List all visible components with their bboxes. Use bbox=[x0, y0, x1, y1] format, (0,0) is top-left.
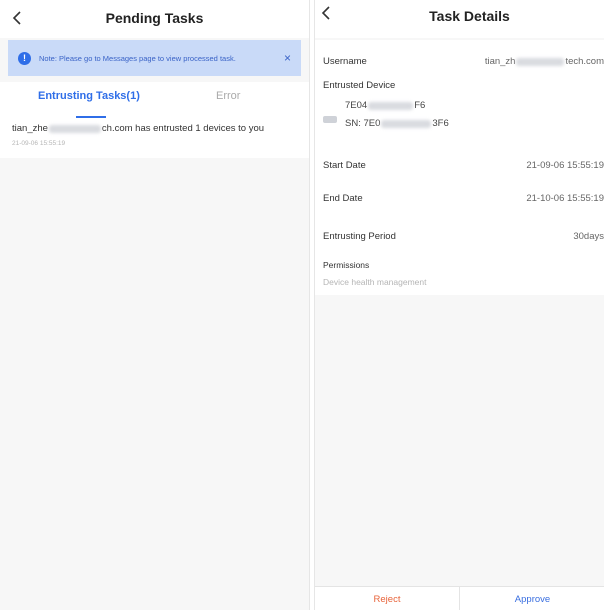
task-list-item[interactable]: tian_zhe ch.com has entrusted 1 devices … bbox=[0, 120, 309, 158]
end-date-label: End Date bbox=[323, 193, 363, 204]
task-details-screen: Task Details Username tian_zh tech.com E… bbox=[314, 0, 604, 610]
chevron-left-icon bbox=[12, 11, 21, 25]
device-serial: SN: 7E0 3F6 bbox=[345, 118, 449, 129]
device-name-suffix: F6 bbox=[414, 100, 426, 111]
info-icon: ! bbox=[18, 51, 31, 65]
redacted-serial bbox=[381, 119, 432, 128]
active-tab-indicator bbox=[76, 116, 106, 118]
username-label: Username bbox=[323, 56, 367, 67]
device-icon bbox=[323, 116, 337, 123]
start-date-label: Start Date bbox=[323, 160, 366, 171]
redacted-device-name bbox=[368, 101, 414, 110]
entrusting-period-value: 30days bbox=[573, 231, 604, 242]
task-user-prefix: tian_zhe bbox=[12, 123, 48, 134]
pending-tasks-navbar: Pending Tasks bbox=[0, 0, 309, 38]
page-title: Pending Tasks bbox=[105, 10, 204, 26]
end-date-value: 21-10-06 15:55:19 bbox=[526, 193, 604, 204]
back-button[interactable] bbox=[6, 7, 28, 29]
username-value: tian_zh tech.com bbox=[485, 56, 604, 67]
back-button[interactable] bbox=[315, 2, 337, 24]
task-user-suffix: ch.com has entrusted 1 devices to you bbox=[101, 123, 265, 134]
entrusting-period-label: Entrusting Period bbox=[323, 231, 396, 242]
tab-error[interactable]: Error bbox=[216, 90, 240, 102]
approve-button[interactable]: Approve bbox=[460, 587, 604, 610]
start-date-value: 21-09-06 15:55:19 bbox=[526, 160, 604, 171]
action-bar: Reject Approve bbox=[315, 586, 604, 610]
page-title: Task Details bbox=[429, 8, 510, 24]
permissions-value: Device health management bbox=[323, 277, 427, 287]
username-suffix: tech.com bbox=[565, 56, 604, 67]
device-name-prefix: 7E04 bbox=[345, 100, 368, 111]
entrusted-device-label: Entrusted Device bbox=[323, 80, 396, 91]
permissions-label: Permissions bbox=[323, 260, 370, 270]
device-serial-suffix: 3F6 bbox=[432, 118, 449, 129]
task-tabs: Entrusting Tasks(1) Error bbox=[0, 82, 309, 120]
device-name: 7E04 F6 bbox=[345, 100, 425, 111]
redacted-username bbox=[516, 57, 565, 66]
tab-entrusting-tasks[interactable]: Entrusting Tasks(1) bbox=[38, 90, 140, 102]
username-prefix: tian_zh bbox=[484, 56, 516, 67]
pending-tasks-screen: Pending Tasks ! Note: Please go to Messa… bbox=[0, 0, 310, 610]
chevron-left-icon bbox=[321, 6, 330, 20]
task-description: tian_zhe ch.com has entrusted 1 devices … bbox=[12, 123, 297, 134]
close-icon[interactable]: × bbox=[284, 51, 291, 65]
device-serial-prefix: SN: 7E0 bbox=[345, 118, 381, 129]
task-details-navbar: Task Details bbox=[315, 0, 604, 38]
redacted-email bbox=[48, 124, 101, 133]
notice-text: Note: Please go to Messages page to view… bbox=[39, 53, 236, 63]
notice-banner: ! Note: Please go to Messages page to vi… bbox=[8, 40, 301, 76]
task-timestamp: 21-09-06 15:55:19 bbox=[12, 140, 66, 147]
task-details-card: Username tian_zh tech.com Entrusted Devi… bbox=[315, 40, 604, 295]
reject-button[interactable]: Reject bbox=[315, 587, 460, 610]
